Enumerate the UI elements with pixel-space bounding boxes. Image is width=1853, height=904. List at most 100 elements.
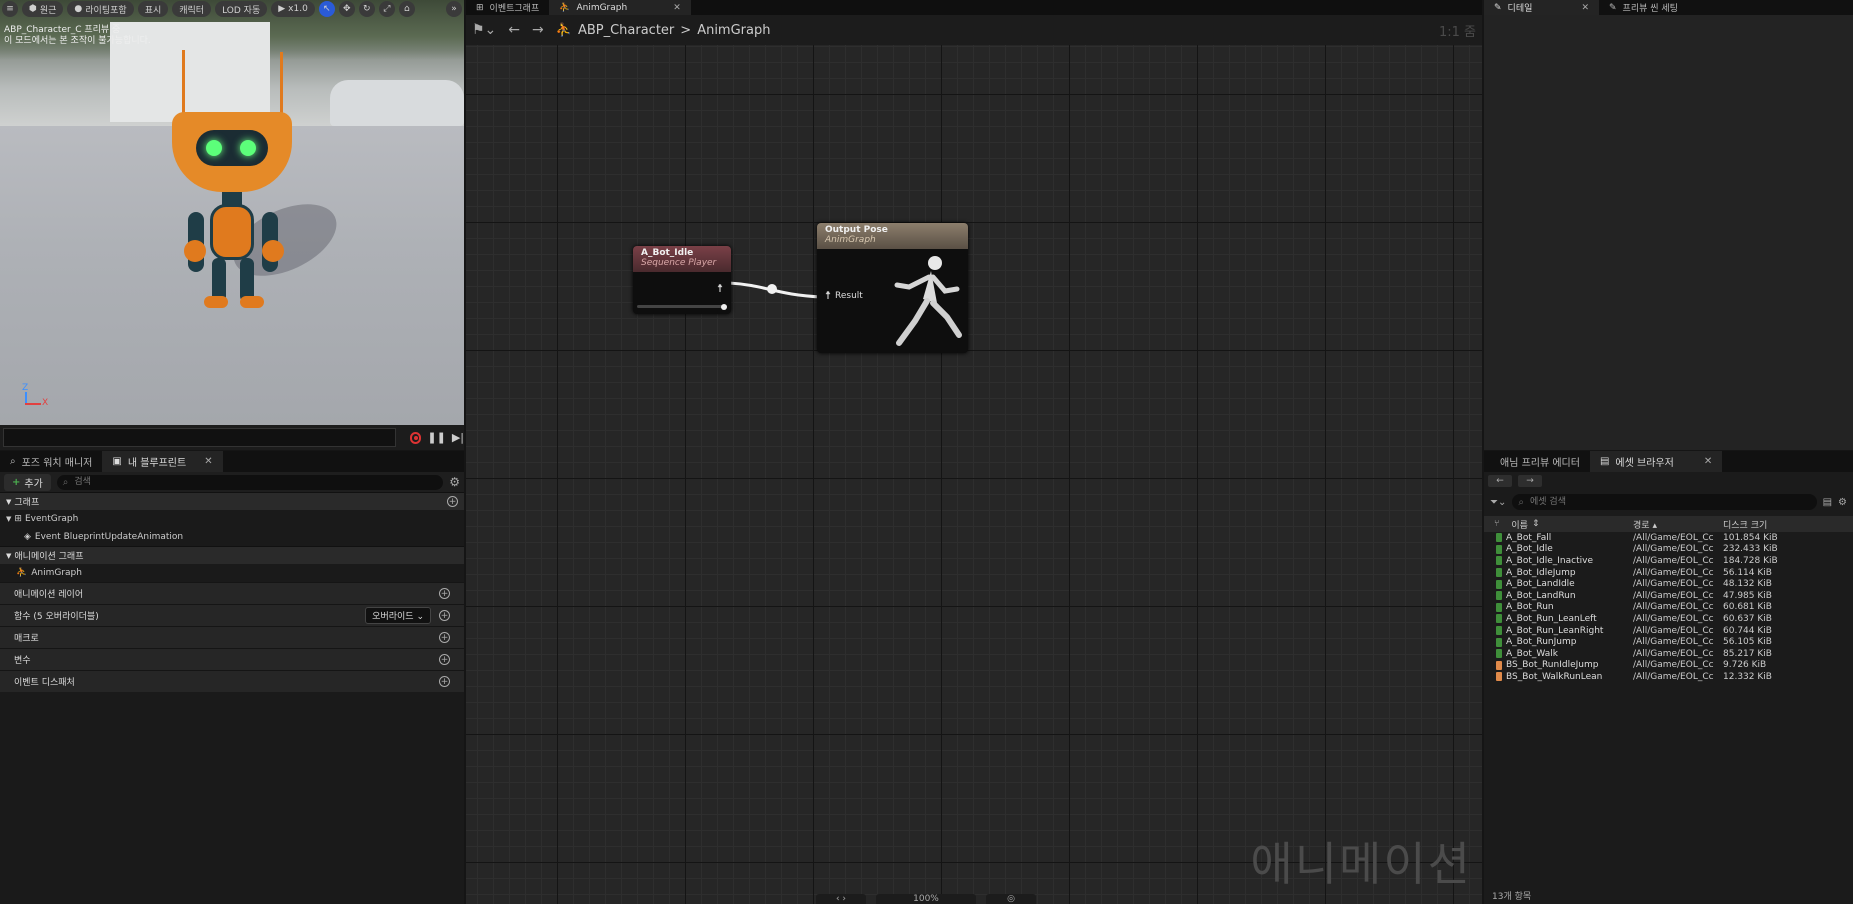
tab-preview-scene-settings[interactable]: ✎ 프리뷰 씬 세팅 — [1599, 0, 1688, 15]
table-row[interactable]: A_Bot_IdleJump/All/Game/EOL_Cc 56.114 KiB — [1484, 567, 1853, 579]
character-button[interactable]: 캐릭터 — [172, 1, 212, 17]
breadcrumb-current[interactable]: AnimGraph — [697, 23, 770, 38]
asset-browser-panel: 애님 프리뷰 에디터 ▤ 에셋 브라우저 ✕ ← → ⏷⌄ ⌕ ▤ ⚙ ⑂ 이름… — [1484, 451, 1853, 904]
section-functions[interactable]: 함수 (5 오버라이더블) 오버라이드 ⌄ + — [0, 604, 464, 626]
column-size[interactable]: 디스크 크기 — [1715, 518, 1815, 531]
folder-icon[interactable]: ▤ — [1823, 497, 1832, 508]
column-path[interactable]: 경로 ▴ — [1633, 518, 1715, 531]
asset-type-icon — [1496, 533, 1502, 543]
add-macro-button[interactable]: + — [439, 632, 450, 643]
asset-name-cell: BS_Bot_RunIdleJump — [1484, 660, 1633, 670]
asset-type-icon — [1496, 660, 1502, 670]
section-variables[interactable]: 변수 + — [0, 648, 464, 670]
preview-viewport[interactable]: ≡ ⬢ 원근 ● 라이팅포함 표시 캐릭터 LOD 자동 ▶ x1.0 ↖ ✥ ↻ ⤢… — [0, 0, 464, 425]
sequence-player-node[interactable]: A_Bot_Idle Sequence Player ☨ — [633, 246, 731, 314]
asset-name-cell: A_Bot_Fall — [1484, 533, 1633, 543]
table-row[interactable]: BS_Bot_RunIdleJump/All/Game/EOL_Cc 9.726 … — [1484, 660, 1853, 672]
result-pin[interactable]: ☨ Result — [825, 289, 863, 302]
anim-graph-canvas[interactable]: A_Bot_Idle Sequence Player ☨ Output Pose… — [466, 45, 1482, 904]
table-row[interactable]: A_Bot_Run_LeanRight/All/Game/EOL_Cc 60.74… — [1484, 625, 1853, 637]
override-dropdown[interactable]: 오버라이드 ⌄ — [365, 607, 431, 624]
asset-name-cell: A_Bot_Idle_Inactive — [1484, 556, 1633, 566]
blueprint-search-input[interactable] — [72, 476, 444, 488]
record-button[interactable] — [409, 431, 422, 444]
scale-tool-button[interactable]: ⤢ — [378, 1, 395, 17]
asset-size-cell: 12.332 KiB — [1723, 671, 1772, 682]
tab-anim-graph[interactable]: ⛹ AnimGraph ✕ — [549, 0, 691, 15]
table-row[interactable]: A_Bot_LandIdle/All/Game/EOL_Cc 48.132 KiB — [1484, 578, 1853, 590]
add-graph-button[interactable]: + — [447, 496, 458, 507]
gear-icon[interactable]: ⚙ — [1838, 497, 1847, 508]
table-row[interactable]: A_Bot_Run_LeanLeft/All/Game/EOL_Cc 60.637… — [1484, 613, 1853, 625]
tree-item-event[interactable]: ◈ Event BlueprintUpdateAnimation — [0, 528, 464, 546]
tab-anim-preview-editor[interactable]: 애님 프리뷰 에디터 — [1484, 451, 1590, 472]
zoom-buttons[interactable]: ◎ — [986, 894, 1036, 904]
robot-eye — [240, 140, 256, 156]
table-row[interactable]: A_Bot_Walk/All/Game/EOL_Cc 85.217 KiB — [1484, 648, 1853, 660]
move-icon: ✥ — [343, 4, 351, 14]
add-layer-button[interactable]: + — [439, 588, 450, 599]
close-icon[interactable]: ✕ — [673, 3, 681, 13]
play-icon: ▶ — [278, 4, 286, 14]
lod-button[interactable]: LOD 자동 — [215, 1, 268, 17]
section-macros[interactable]: 매크로 + — [0, 626, 464, 648]
book-icon: ▣ — [112, 456, 122, 467]
viewport-menu-button[interactable]: ≡ — [2, 1, 18, 17]
pause-button[interactable]: ❚❚ — [427, 431, 445, 444]
tab-my-blueprint[interactable]: ▣ 내 블루프린트 ✕ — [102, 451, 223, 472]
column-name[interactable]: ⑂ 이름 ⇕ — [1484, 518, 1633, 531]
playback-speed-button[interactable]: ▶ x1.0 — [271, 1, 315, 17]
table-row[interactable]: A_Bot_Fall/All/Game/EOL_Cc 101.854 KiB — [1484, 532, 1853, 544]
timeline-scrubber[interactable] — [3, 428, 396, 447]
pose-pin-icon[interactable]: ☨ — [717, 282, 723, 295]
forward-arrow-icon[interactable]: → — [532, 22, 544, 38]
tree-item-event-graph[interactable]: ▼ ⊞ EventGraph — [0, 510, 464, 528]
perspective-button[interactable]: ⬢ 원근 — [22, 1, 64, 17]
section-anim-graphs[interactable]: ▼ 애니메이션 그래프 — [0, 546, 464, 564]
tab-asset-browser[interactable]: ▤ 에셋 브라우저 ✕ — [1589, 451, 1723, 472]
close-icon[interactable]: ✕ — [1704, 456, 1712, 467]
camera-tool-button[interactable]: ⌂ — [398, 1, 415, 17]
section-anim-layers[interactable]: 애니메이션 레이어 + — [0, 582, 464, 604]
table-row[interactable]: BS_Bot_WalkRunLean/All/Game/EOL_Cc 12.332… — [1484, 671, 1853, 683]
step-forward-button[interactable]: ▶| — [452, 431, 464, 444]
add-variable-button[interactable]: + — [439, 654, 450, 665]
robot-hand — [262, 240, 284, 262]
axis-z-label: Z — [22, 383, 29, 393]
graph-nav-buttons[interactable]: ‹ › — [816, 894, 866, 904]
close-icon[interactable]: ✕ — [204, 456, 212, 467]
forward-arrow-icon[interactable]: → — [1518, 475, 1542, 487]
asset-search-input[interactable] — [1528, 496, 1817, 508]
add-function-button[interactable]: + — [439, 610, 450, 621]
breadcrumb-root[interactable]: ABP_Character — [578, 23, 674, 38]
bookmark-icon[interactable]: ⚑⌄ — [472, 22, 496, 38]
lighting-button[interactable]: ● 라이팅포함 — [67, 1, 134, 17]
section-graphs[interactable]: ▼ 그래프 + — [0, 492, 464, 510]
wire-reroute-dot[interactable] — [767, 284, 777, 294]
filter-icon[interactable]: ⏷⌄ — [1490, 497, 1506, 508]
asset-rows: A_Bot_Fall/All/Game/EOL_Cc 101.854 KiB A_B… — [1484, 532, 1853, 683]
add-button[interactable]: + 추가 — [4, 473, 51, 491]
show-button[interactable]: 표시 — [137, 1, 169, 17]
table-row[interactable]: A_Bot_LandRun/All/Game/EOL_Cc 47.985 KiB — [1484, 590, 1853, 602]
asset-size-cell: 47.985 KiB — [1723, 590, 1772, 601]
table-row[interactable]: A_Bot_Idle/All/Game/EOL_Cc 232.433 KiB — [1484, 544, 1853, 556]
viewport-expand-button[interactable]: » — [446, 1, 462, 17]
output-pose-node[interactable]: Output Pose AnimGraph ☨ Result — [817, 223, 968, 353]
tab-event-graph[interactable]: ⊞ 이벤트그래프 — [466, 0, 549, 15]
table-row[interactable]: A_Bot_Idle_Inactive/All/Game/EOL_Cc 184.7… — [1484, 555, 1853, 567]
select-tool-button[interactable]: ↖ — [318, 1, 335, 17]
table-row[interactable]: A_Bot_RunJump/All/Game/EOL_Cc 56.105 KiB — [1484, 636, 1853, 648]
table-row[interactable]: A_Bot_Run/All/Game/EOL_Cc 60.681 KiB — [1484, 602, 1853, 614]
close-icon[interactable]: ✕ — [1581, 3, 1589, 13]
tab-details[interactable]: ✎ 디테일 ✕ — [1484, 0, 1599, 15]
add-dispatcher-button[interactable]: + — [439, 676, 450, 687]
tab-pose-watch-manager[interactable]: ⌕ 포즈 워치 매니저 — [0, 451, 102, 472]
move-tool-button[interactable]: ✥ — [338, 1, 355, 17]
back-arrow-icon[interactable]: ← — [508, 22, 520, 38]
back-arrow-icon[interactable]: ← — [1488, 475, 1512, 487]
rotate-tool-button[interactable]: ↻ — [358, 1, 375, 17]
tree-item-anim-graph[interactable]: ⛹ AnimGraph — [0, 564, 464, 582]
section-event-dispatchers[interactable]: 이벤트 디스패처 + — [0, 670, 464, 692]
gear-icon[interactable]: ⚙ — [449, 475, 460, 489]
